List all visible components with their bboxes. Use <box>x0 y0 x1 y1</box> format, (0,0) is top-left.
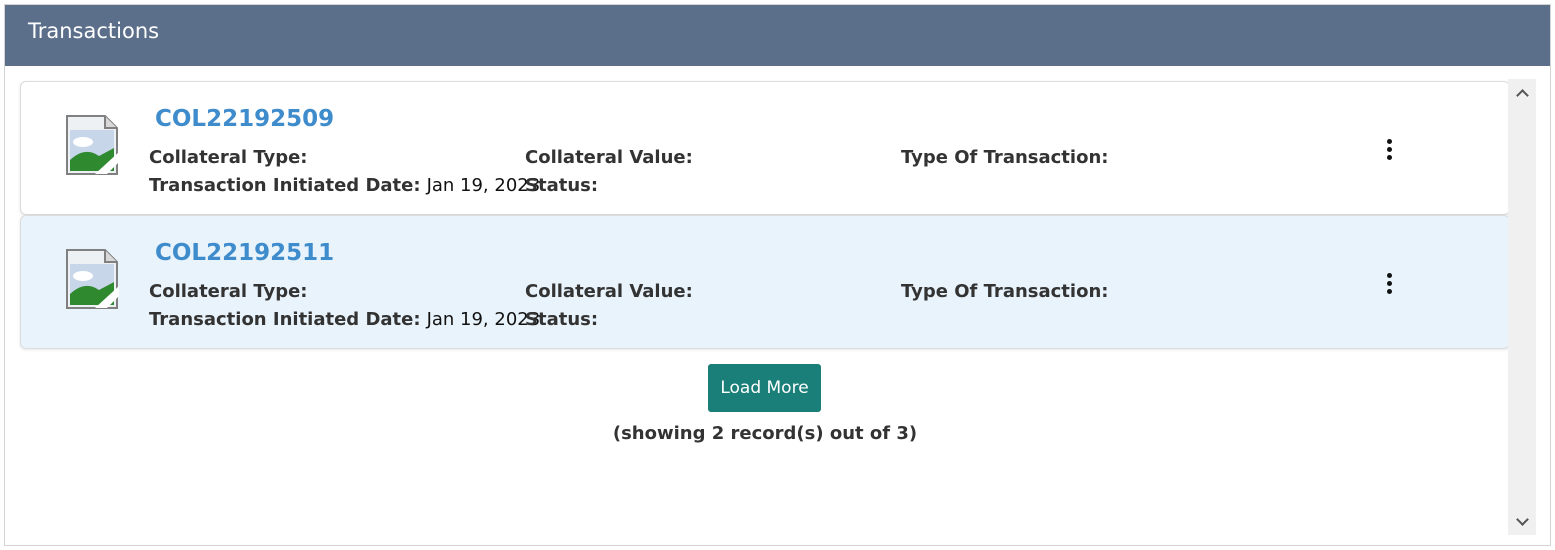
status-field: Status: <box>525 175 604 196</box>
initiated-date-value: Jan 19, 2023 <box>426 175 541 196</box>
vertical-scrollbar[interactable] <box>1508 79 1536 535</box>
collateral-value-field: Collateral Value: <box>525 281 699 302</box>
load-more-button[interactable]: Load More <box>708 364 821 412</box>
initiated-date-field: Transaction Initiated Date: Jan 19, 2023 <box>149 175 540 196</box>
scroll-down-icon[interactable] <box>1508 507 1536 535</box>
type-of-transaction-field: Type Of Transaction: <box>901 281 1114 302</box>
type-of-transaction-field: Type Of Transaction: <box>901 147 1114 168</box>
transaction-card[interactable]: COL22192509 Collateral Type: Collateral … <box>20 81 1510 215</box>
collateral-type-label: Collateral Type: <box>149 281 308 302</box>
collateral-type-field: Collateral Type: <box>149 281 314 302</box>
collateral-value-label: Collateral Value: <box>525 147 693 168</box>
status-field: Status: <box>525 309 604 330</box>
scroll-up-icon[interactable] <box>1508 79 1536 107</box>
collateral-type-label: Collateral Type: <box>149 147 308 168</box>
initiated-date-label: Transaction Initiated Date: <box>149 309 421 330</box>
type-of-transaction-label: Type Of Transaction: <box>901 281 1109 302</box>
broken-image-icon <box>66 115 119 175</box>
initiated-date-label: Transaction Initiated Date: <box>149 175 421 196</box>
status-label: Status: <box>525 309 599 330</box>
transaction-card[interactable]: COL22192511 Collateral Type: Collateral … <box>20 215 1510 349</box>
initiated-date-value: Jan 19, 2023 <box>426 309 541 330</box>
collateral-value-field: Collateral Value: <box>525 147 699 168</box>
initiated-date-field: Transaction Initiated Date: Jan 19, 2023 <box>149 309 540 330</box>
transaction-id-link[interactable]: COL22192511 <box>155 240 334 266</box>
transaction-id-link[interactable]: COL22192509 <box>155 106 334 132</box>
collateral-value-label: Collateral Value: <box>525 281 693 302</box>
panel-body: COL22192509 Collateral Type: Collateral … <box>5 66 1550 545</box>
kebab-menu-icon[interactable] <box>1376 270 1402 296</box>
broken-image-icon <box>66 249 119 309</box>
status-label: Status: <box>525 175 599 196</box>
records-count-text: (showing 2 record(s) out of 3) <box>612 423 918 444</box>
kebab-menu-icon[interactable] <box>1376 136 1402 162</box>
panel-header: Transactions <box>5 5 1550 66</box>
collateral-type-field: Collateral Type: <box>149 147 314 168</box>
transactions-panel: Transactions COL22192509 Collateral Type… <box>4 4 1551 546</box>
transaction-list: COL22192509 Collateral Type: Collateral … <box>20 81 1510 349</box>
type-of-transaction-label: Type Of Transaction: <box>901 147 1109 168</box>
panel-title: Transactions <box>28 19 160 43</box>
